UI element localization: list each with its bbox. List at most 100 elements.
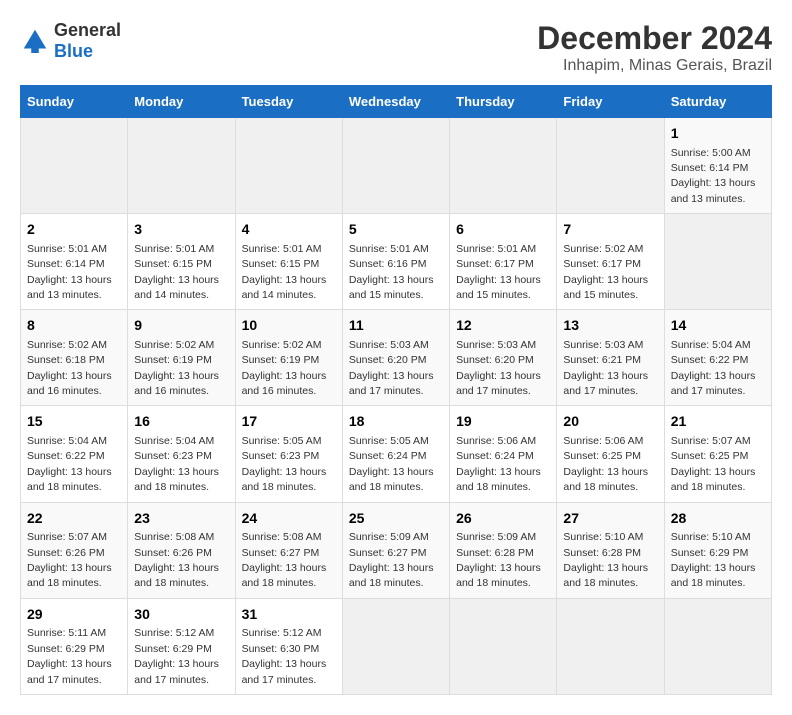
day-number: 6 [456,220,550,240]
day-info: Sunrise: 5:03 AMSunset: 6:20 PMDaylight:… [349,339,434,397]
day-number: 29 [27,605,121,625]
day-info: Sunrise: 5:02 AMSunset: 6:18 PMDaylight:… [27,339,112,397]
calendar-cell: 25Sunrise: 5:09 AMSunset: 6:27 PMDayligh… [342,502,449,598]
day-number: 28 [671,509,765,529]
day-info: Sunrise: 5:01 AMSunset: 6:14 PMDaylight:… [27,243,112,301]
day-info: Sunrise: 5:06 AMSunset: 6:25 PMDaylight:… [563,435,648,493]
day-number: 18 [349,412,443,432]
day-number: 31 [242,605,336,625]
calendar-cell [557,118,664,214]
day-info: Sunrise: 5:03 AMSunset: 6:21 PMDaylight:… [563,339,648,397]
day-info: Sunrise: 5:10 AMSunset: 6:29 PMDaylight:… [671,531,756,589]
day-info: Sunrise: 5:11 AMSunset: 6:29 PMDaylight:… [27,627,112,685]
header-day-thursday: Thursday [450,86,557,118]
calendar-cell [664,214,771,310]
day-number: 21 [671,412,765,432]
calendar-cell: 11 Sunrise: 5:03 AMSunset: 6:20 PMDayligh… [342,310,449,406]
calendar-cell: 29Sunrise: 5:11 AMSunset: 6:29 PMDayligh… [21,598,128,694]
calendar-cell: 19Sunrise: 5:06 AMSunset: 6:24 PMDayligh… [450,406,557,502]
day-info: Sunrise: 5:01 AMSunset: 6:16 PMDaylight:… [349,243,434,301]
day-number: 30 [134,605,228,625]
logo-general-text: General [54,20,121,40]
calendar-week-4: 22Sunrise: 5:07 AMSunset: 6:26 PMDayligh… [21,502,772,598]
header-day-monday: Monday [128,86,235,118]
calendar-week-1: 2 Sunrise: 5:01 AMSunset: 6:14 PMDaylight… [21,214,772,310]
day-number: 2 [27,220,121,240]
calendar-cell: 28Sunrise: 5:10 AMSunset: 6:29 PMDayligh… [664,502,771,598]
day-number: 20 [563,412,657,432]
calendar-cell [557,598,664,694]
day-info: Sunrise: 5:01 AMSunset: 6:15 PMDaylight:… [134,243,219,301]
calendar-cell: 22Sunrise: 5:07 AMSunset: 6:26 PMDayligh… [21,502,128,598]
calendar-cell: 1 Sunrise: 5:00 AMSunset: 6:14 PMDaylight… [664,118,771,214]
header-day-tuesday: Tuesday [235,86,342,118]
calendar-cell [128,118,235,214]
day-number: 26 [456,509,550,529]
day-number: 14 [671,316,765,336]
calendar-week-2: 8Sunrise: 5:02 AMSunset: 6:18 PMDaylight… [21,310,772,406]
calendar-cell: 31Sunrise: 5:12 AMSunset: 6:30 PMDayligh… [235,598,342,694]
day-info: Sunrise: 5:08 AMSunset: 6:27 PMDaylight:… [242,531,327,589]
day-number: 1 [671,124,765,144]
day-info: Sunrise: 5:07 AMSunset: 6:26 PMDaylight:… [27,531,112,589]
day-info: Sunrise: 5:05 AMSunset: 6:23 PMDaylight:… [242,435,327,493]
calendar-cell: 30Sunrise: 5:12 AMSunset: 6:29 PMDayligh… [128,598,235,694]
calendar-cell: 8Sunrise: 5:02 AMSunset: 6:18 PMDaylight… [21,310,128,406]
day-info: Sunrise: 5:07 AMSunset: 6:25 PMDaylight:… [671,435,756,493]
day-info: Sunrise: 5:09 AMSunset: 6:27 PMDaylight:… [349,531,434,589]
day-number: 19 [456,412,550,432]
day-info: Sunrise: 5:02 AMSunset: 6:19 PMDaylight:… [134,339,219,397]
day-number: 27 [563,509,657,529]
day-info: Sunrise: 5:04 AMSunset: 6:22 PMDaylight:… [671,339,756,397]
calendar-cell: 20 Sunrise: 5:06 AMSunset: 6:25 PMDayligh… [557,406,664,502]
calendar-cell [21,118,128,214]
page-header: General Blue December 2024 Inhapim, Mina… [20,20,772,75]
title-area: December 2024 Inhapim, Minas Gerais, Bra… [537,20,772,75]
calendar-cell: 9 Sunrise: 5:02 AMSunset: 6:19 PMDaylight… [128,310,235,406]
calendar-cell: 26Sunrise: 5:09 AMSunset: 6:28 PMDayligh… [450,502,557,598]
calendar-cell [450,598,557,694]
calendar-cell: 27Sunrise: 5:10 AMSunset: 6:28 PMDayligh… [557,502,664,598]
header-day-wednesday: Wednesday [342,86,449,118]
day-number: 5 [349,220,443,240]
day-number: 22 [27,509,121,529]
calendar-cell: 10Sunrise: 5:02 AMSunset: 6:19 PMDayligh… [235,310,342,406]
day-number: 24 [242,509,336,529]
calendar-cell: 13 Sunrise: 5:03 AMSunset: 6:21 PMDayligh… [557,310,664,406]
day-info: Sunrise: 5:00 AMSunset: 6:14 PMDaylight:… [671,147,756,205]
day-number: 11 [349,316,443,336]
calendar-cell [235,118,342,214]
calendar-cell [450,118,557,214]
day-number: 15 [27,412,121,432]
calendar-table: SundayMondayTuesdayWednesdayThursdayFrid… [20,85,772,695]
day-number: 12 [456,316,550,336]
calendar-cell: 7 Sunrise: 5:02 AMSunset: 6:17 PMDaylight… [557,214,664,310]
calendar-cell: 21 Sunrise: 5:07 AMSunset: 6:25 PMDayligh… [664,406,771,502]
day-number: 17 [242,412,336,432]
calendar-cell: 14 Sunrise: 5:04 AMSunset: 6:22 PMDayligh… [664,310,771,406]
day-info: Sunrise: 5:04 AMSunset: 6:22 PMDaylight:… [27,435,112,493]
day-number: 9 [134,316,228,336]
calendar-cell: 17 Sunrise: 5:05 AMSunset: 6:23 PMDayligh… [235,406,342,502]
day-info: Sunrise: 5:12 AMSunset: 6:29 PMDaylight:… [134,627,219,685]
day-info: Sunrise: 5:08 AMSunset: 6:26 PMDaylight:… [134,531,219,589]
day-info: Sunrise: 5:02 AMSunset: 6:19 PMDaylight:… [242,339,327,397]
calendar-cell: 18Sunrise: 5:05 AMSunset: 6:24 PMDayligh… [342,406,449,502]
calendar-cell [342,118,449,214]
calendar-cell: 16Sunrise: 5:04 AMSunset: 6:23 PMDayligh… [128,406,235,502]
day-info: Sunrise: 5:02 AMSunset: 6:17 PMDaylight:… [563,243,648,301]
day-info: Sunrise: 5:12 AMSunset: 6:30 PMDaylight:… [242,627,327,685]
day-info: Sunrise: 5:09 AMSunset: 6:28 PMDaylight:… [456,531,541,589]
day-number: 23 [134,509,228,529]
subtitle: Inhapim, Minas Gerais, Brazil [537,57,772,75]
calendar-cell: 23Sunrise: 5:08 AMSunset: 6:26 PMDayligh… [128,502,235,598]
calendar-cell: 15 Sunrise: 5:04 AMSunset: 6:22 PMDayligh… [21,406,128,502]
calendar-cell [342,598,449,694]
day-number: 13 [563,316,657,336]
calendar-cell: 6Sunrise: 5:01 AMSunset: 6:17 PMDaylight… [450,214,557,310]
logo: General Blue [20,20,121,62]
day-number: 7 [563,220,657,240]
calendar-week-0: 1 Sunrise: 5:00 AMSunset: 6:14 PMDaylight… [21,118,772,214]
day-number: 16 [134,412,228,432]
day-info: Sunrise: 5:10 AMSunset: 6:28 PMDaylight:… [563,531,648,589]
